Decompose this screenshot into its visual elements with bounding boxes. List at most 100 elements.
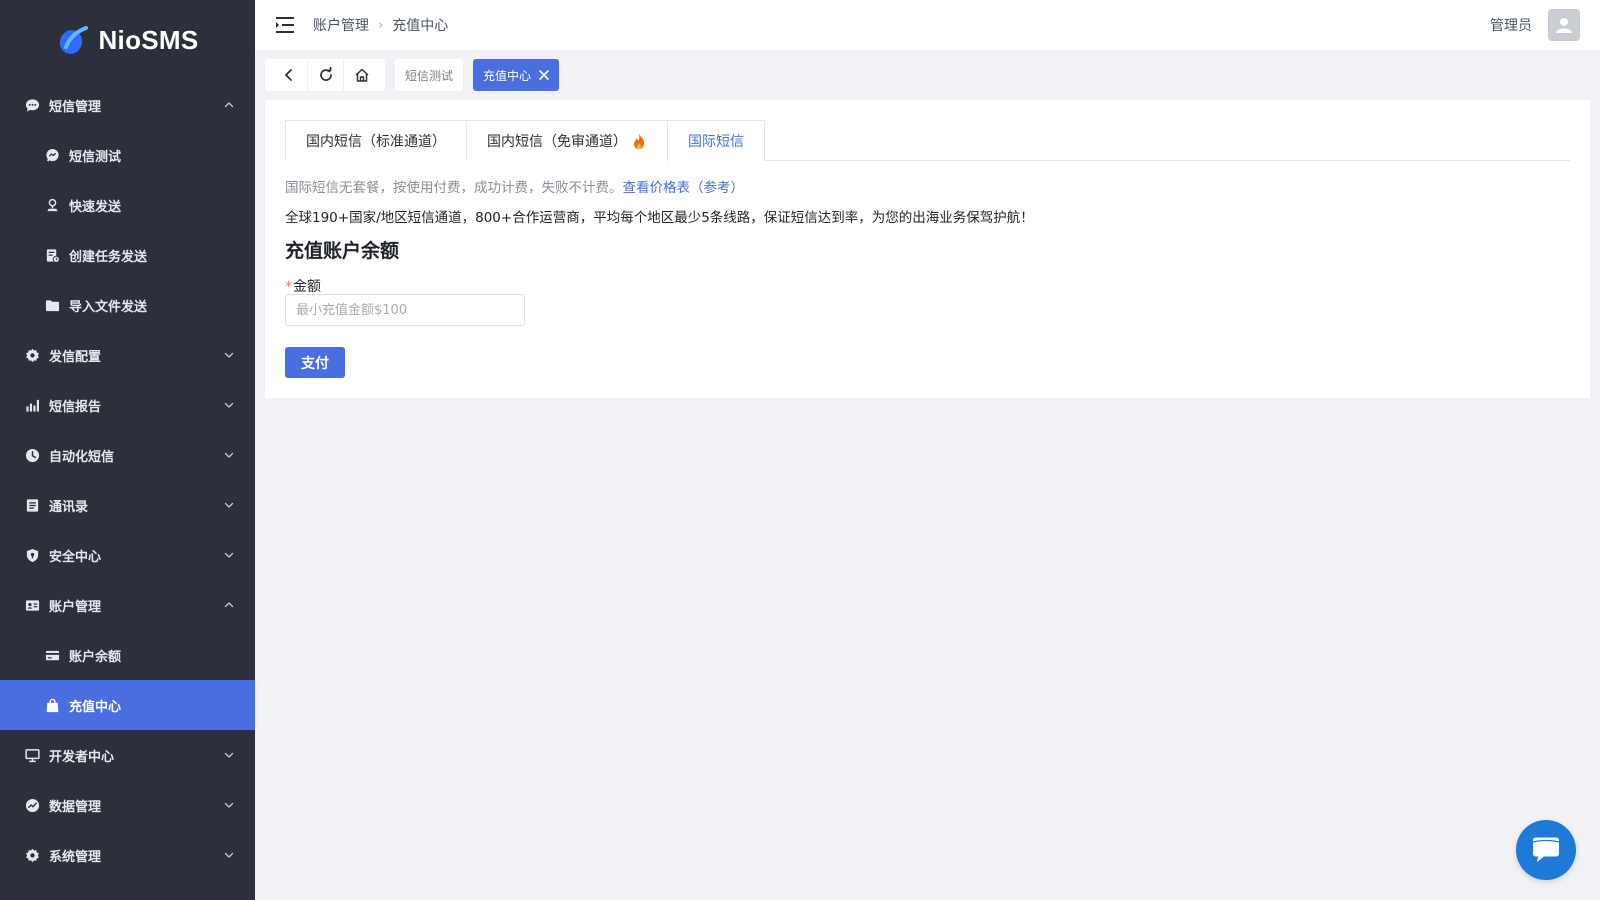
sidebar-item-label: 系统管理 <box>49 849 102 865</box>
header-user-area: 管理员 <box>1490 0 1580 50</box>
sidebar-item-14[interactable]: 数据管理 <box>0 780 255 830</box>
chevron-down-icon <box>224 352 234 358</box>
home-button[interactable] <box>343 59 379 91</box>
sidebar-item-label: 短信管理 <box>49 99 102 115</box>
sidebar-item-3[interactable]: 创建任务发送 <box>0 230 255 280</box>
chat-icon <box>1532 837 1560 862</box>
pay-button[interactable]: 支付 <box>285 347 345 378</box>
sidebar-item-1[interactable]: 短信测试 <box>0 130 255 180</box>
chat-support-button[interactable] <box>1516 820 1576 880</box>
bar-chart-icon <box>24 397 40 413</box>
price-list-link[interactable]: 查看价格表（参考） <box>623 180 745 196</box>
menu-toggle-icon[interactable] <box>275 15 295 35</box>
tab-domestic-exempt[interactable]: 国内短信（免审通道） <box>466 120 668 161</box>
amount-label: *金额 <box>285 276 321 296</box>
chevron-down-icon <box>224 752 234 758</box>
sidebar-item-label: 创建任务发送 <box>69 249 148 265</box>
sidebar-item-5[interactable]: 发信配置 <box>0 330 255 380</box>
sidebar: NioSMS 短信管理短信测试快速发送创建任务发送 导入文件发送发信配置短信报告自… <box>0 0 255 900</box>
chevron-up-wrap <box>223 599 235 611</box>
chevron-up-icon <box>224 102 234 108</box>
chevron-down-wrap <box>223 349 235 361</box>
sidebar-item-4[interactable]: 导入文件发送 <box>0 280 255 330</box>
sidebar-item-7[interactable]: 自动化短信 <box>0 430 255 480</box>
sidebar-item-15[interactable]: 系统管理 <box>0 830 255 880</box>
breadcrumb: 账户管理 › 充值中心 <box>313 15 448 35</box>
sidebar-item-0[interactable]: 短信管理 <box>0 80 255 130</box>
folder-icon <box>44 297 60 313</box>
tab-domestic-standard[interactable]: 国内短信（标准通道） <box>285 120 467 161</box>
section-title: 充值账户余额 <box>285 240 400 262</box>
channel-tabs: 国内短信（标准通道） 国内短信（免审通道） 国际短信 <box>285 120 1570 162</box>
billing-notice: 国际短信无套餐，按使用付费，成功计费，失败不计费。查看价格表（参考） <box>285 176 744 196</box>
tab-label: 国内短信（免审通道） <box>487 134 627 150</box>
sidebar-item-label: 短信测试 <box>69 149 122 165</box>
chevron-down-wrap <box>223 399 235 411</box>
sidebar-item-12[interactable]: 充值中心 <box>0 680 255 730</box>
chevron-down-icon <box>224 452 234 458</box>
id-card-icon <box>24 597 40 613</box>
avatar[interactable] <box>1548 9 1580 41</box>
shopping-bag-icon <box>44 697 60 713</box>
chat-dots-icon <box>44 147 60 163</box>
tag-recharge-center[interactable]: 充值中心 <box>473 59 560 91</box>
tab-label: 国际短信 <box>688 134 744 150</box>
chevron-down-wrap <box>223 499 235 511</box>
chevron-down-icon <box>224 502 234 508</box>
sidebar-item-label: 安全中心 <box>49 549 102 565</box>
breadcrumb-separator-icon: › <box>378 17 384 33</box>
breadcrumb-item-account[interactable]: 账户管理 <box>313 15 369 35</box>
monitor-icon <box>24 747 40 763</box>
chevron-down-wrap <box>223 799 235 811</box>
chevron-down-wrap <box>223 449 235 461</box>
sidebar-item-label: 充值中心 <box>69 699 122 715</box>
shield-icon <box>24 547 40 563</box>
sidebar-item-label: 短信报告 <box>49 399 102 415</box>
sidebar-item-label: 开发者中心 <box>49 749 115 765</box>
sidebar-item-6[interactable]: 短信报告 <box>0 380 255 430</box>
home-icon <box>354 68 369 82</box>
logo[interactable]: NioSMS <box>0 0 255 80</box>
tab-international[interactable]: 国际短信 <box>667 120 765 162</box>
chevron-down-wrap <box>223 749 235 761</box>
sidebar-item-8[interactable]: 通讯录 <box>0 480 255 530</box>
arrow-left-icon <box>285 69 292 81</box>
chevron-up-wrap <box>223 99 235 111</box>
sidebar-item-label: 发信配置 <box>49 349 102 365</box>
sidebar-item-label: 自动化短信 <box>49 449 115 465</box>
task-doc-icon <box>44 247 60 263</box>
sidebar-item-13[interactable]: 开发者中心 <box>0 730 255 780</box>
sidebar-item-10[interactable]: 账户管理 <box>0 580 255 630</box>
sidebar-item-2[interactable]: 快速发送 <box>0 180 255 230</box>
close-icon[interactable] <box>539 70 549 80</box>
billing-notice-text: 国际短信无套餐，按使用付费，成功计费，失败不计费。 <box>285 180 623 196</box>
logo-text: NioSMS <box>98 24 199 55</box>
logo-mark-icon <box>60 26 89 54</box>
tag-sms-test[interactable]: 短信测试 <box>395 59 464 91</box>
user-name[interactable]: 管理员 <box>1490 15 1532 35</box>
sidebar-item-11[interactable]: 账户余额 <box>0 630 255 680</box>
amount-input[interactable] <box>285 294 525 326</box>
recharge-card: 国内短信（标准通道） 国内短信（免审通道） 国际短信 国际短信无套餐，按使用付费… <box>265 100 1590 398</box>
tab-label: 国内短信（标准通道） <box>306 134 446 150</box>
sidebar-item-label: 数据管理 <box>49 799 102 815</box>
chat-bubble-icon <box>24 97 40 113</box>
chevron-down-wrap <box>223 549 235 561</box>
top-header: 账户管理 › 充值中心 管理员 <box>255 0 1600 50</box>
chevron-down-icon <box>224 402 234 408</box>
amount-label-text: 金额 <box>293 279 321 295</box>
tag-nav-buttons <box>265 59 385 91</box>
sidebar-menu: 短信管理短信测试快速发送创建任务发送 导入文件发送发信配置短信报告自动化短信通讯录… <box>0 80 255 880</box>
tag-label: 充值中心 <box>483 68 532 83</box>
user-pin-icon <box>44 197 60 213</box>
required-mark: * <box>285 279 292 295</box>
refresh-button[interactable] <box>307 59 343 91</box>
sidebar-item-9[interactable]: 安全中心 <box>0 530 255 580</box>
chevron-down-wrap <box>223 849 235 861</box>
user-icon <box>1556 18 1572 33</box>
sidebar-item-label: 导入文件发送 <box>69 299 148 315</box>
refresh-icon <box>319 67 332 81</box>
chevron-down-icon <box>224 552 234 558</box>
service-description: 全球190+国家/地区短信通道，800+合作运营商，平均每个地区最少5条线路，保… <box>285 210 1034 226</box>
back-button[interactable] <box>271 59 307 91</box>
